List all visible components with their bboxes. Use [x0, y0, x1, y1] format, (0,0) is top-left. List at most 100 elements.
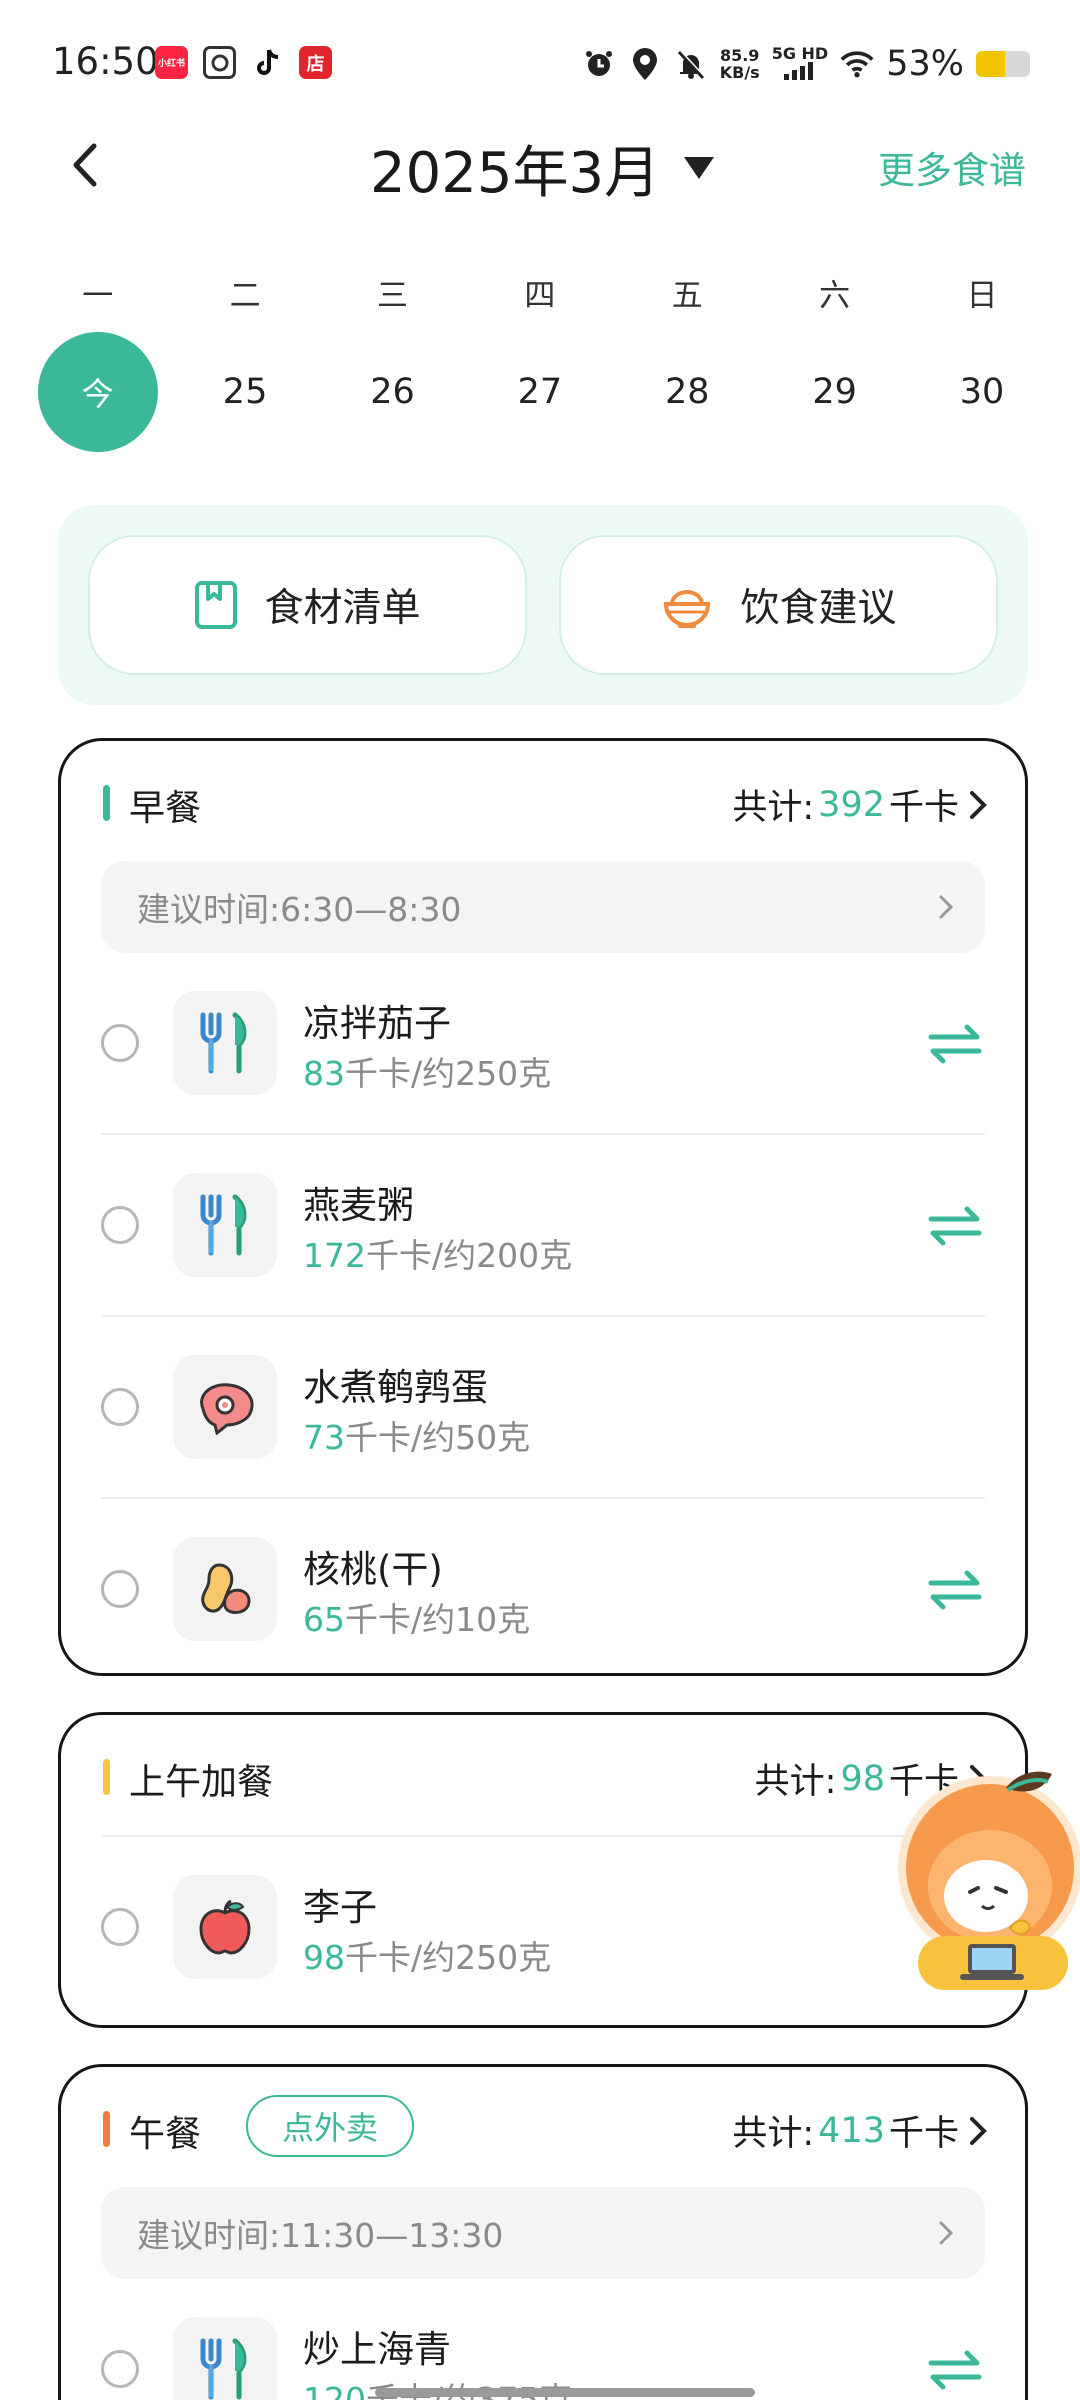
- weekday-label: 六: [819, 277, 851, 314]
- page-title: 2025年3月: [370, 140, 661, 206]
- order-takeout-button[interactable]: 点外卖: [246, 2095, 415, 2157]
- item-info: 65千卡/约10克: [303, 1600, 531, 1639]
- date-cell[interactable]: 25: [185, 332, 305, 452]
- breakfast-card: 早餐 共计: 392 千卡 建议时间:6:30—8:30 凉拌茄子 83千卡/约…: [58, 738, 1028, 1676]
- meal-color-bar: [103, 785, 110, 821]
- swap-icon[interactable]: [925, 1569, 985, 1611]
- day-column[interactable]: 一今: [24, 262, 171, 452]
- weekday-label: 一: [82, 277, 114, 314]
- total-prefix: 共计:: [732, 788, 815, 828]
- item-name: 凉拌茄子: [303, 1002, 451, 1045]
- shop-icon: 店: [299, 46, 332, 79]
- meal-title: 午餐: [129, 2114, 202, 2155]
- item-name: 炒上海青: [303, 2328, 451, 2371]
- item-checkbox[interactable]: [101, 1908, 139, 1946]
- battery-fill: [976, 51, 1005, 77]
- food-item[interactable]: 水煮鹌鹑蛋 73千卡/约50克: [101, 1317, 985, 1499]
- food-item[interactable]: 李子 98千卡/约250克: [101, 1837, 985, 2019]
- alarm-icon: [582, 47, 616, 81]
- net-speed: 85.9 KB/s: [719, 46, 760, 82]
- chevron-right-icon: [969, 2116, 987, 2146]
- meal-color-bar: [103, 2111, 110, 2147]
- lunch-header[interactable]: 午餐 点外卖 共计: 413 千卡: [61, 2067, 1025, 2187]
- item-checkbox[interactable]: [101, 1206, 139, 1244]
- month-selector[interactable]: 2025年3月: [370, 128, 716, 208]
- swap-icon[interactable]: [925, 2349, 985, 2391]
- suggested-time: 建议时间:6:30—8:30: [137, 890, 462, 929]
- day-column[interactable]: 四 27: [466, 262, 613, 452]
- total-unit: 千卡: [888, 788, 959, 828]
- item-info: 83千卡/约250克: [303, 1054, 552, 1093]
- fork-knife-icon: [173, 1173, 277, 1277]
- date-cell[interactable]: 28: [627, 332, 747, 452]
- total-kcal: 413: [818, 2110, 885, 2151]
- quick-actions: 食材清单 饮食建议: [58, 505, 1028, 705]
- chevron-left-icon: [73, 143, 97, 187]
- wifi-icon: [840, 47, 874, 81]
- item-name: 燕麦粥: [303, 1184, 414, 1227]
- more-recipes-link[interactable]: 更多食谱: [878, 140, 1026, 194]
- item-checkbox[interactable]: [101, 1024, 139, 1062]
- notebook-icon: [195, 581, 238, 629]
- day-column[interactable]: 日 30: [908, 262, 1055, 452]
- food-item[interactable]: 凉拌茄子 83千卡/约250克: [101, 953, 985, 1135]
- suggested-time-bar[interactable]: 建议时间:6:30—8:30: [101, 861, 985, 953]
- food-item[interactable]: 燕麦粥 172千卡/约200克: [101, 1135, 985, 1317]
- suggested-time: 建议时间:11:30—13:30: [137, 2216, 504, 2255]
- item-name: 李子: [303, 1886, 377, 1929]
- suggested-time-bar[interactable]: 建议时间:11:30—13:30: [101, 2187, 985, 2279]
- caret-down-icon: [684, 157, 715, 179]
- snack-header[interactable]: 上午加餐 共计: 98 千卡: [61, 1715, 1025, 1835]
- meal-title: 上午加餐: [129, 1762, 274, 1803]
- swap-icon[interactable]: [925, 1205, 985, 1247]
- item-checkbox[interactable]: [101, 1570, 139, 1608]
- status-indicators: 85.9 KB/s 5G HD 53%: [582, 42, 1030, 86]
- floating-mascot-button[interactable]: [898, 1768, 1080, 1998]
- item-checkbox[interactable]: [101, 1388, 139, 1426]
- day-column[interactable]: 三 26: [319, 262, 466, 452]
- meat-icon: [173, 1355, 277, 1459]
- meal-total[interactable]: 共计: 413 千卡: [732, 2105, 987, 2156]
- item-checkbox[interactable]: [101, 2350, 139, 2388]
- item-info: 172千卡/约200克: [303, 1236, 573, 1275]
- day-column[interactable]: 五 28: [614, 262, 761, 452]
- status-bar: 16:50 小红书 店 85.9 KB/s 5G HD 53%: [0, 0, 1080, 130]
- location-icon: [628, 47, 662, 81]
- diet-advice-button[interactable]: 饮食建议: [559, 535, 998, 675]
- food-item[interactable]: 核桃(干) 65千卡/约10克: [101, 1499, 985, 1681]
- battery-percent: 53%: [886, 44, 964, 84]
- food-item[interactable]: 炒上海青 120千卡/约375克: [101, 2279, 985, 2400]
- fruit-icon: [173, 1875, 277, 1979]
- date-cell[interactable]: 27: [480, 332, 600, 452]
- notification-icons: 小红书 店: [155, 46, 332, 79]
- date-cell[interactable]: 30: [922, 332, 1042, 452]
- day-column[interactable]: 二 25: [171, 262, 318, 452]
- battery-icon: [976, 51, 1030, 77]
- item-name: 核桃(干): [303, 1548, 443, 1591]
- ingredients-list-button[interactable]: 食材清单: [88, 535, 527, 675]
- weekday-label: 三: [376, 277, 408, 314]
- weekday-label: 五: [671, 277, 703, 314]
- home-indicator[interactable]: [375, 2388, 755, 2397]
- date-cell[interactable]: 29: [775, 332, 895, 452]
- chevron-right-icon: [939, 895, 953, 919]
- diet-advice-label: 饮食建议: [740, 586, 897, 631]
- item-info: 73千卡/约50克: [303, 1418, 531, 1457]
- total-unit: 千卡: [888, 2114, 959, 2154]
- day-column[interactable]: 六 29: [761, 262, 908, 452]
- back-button[interactable]: [60, 135, 110, 195]
- fork-knife-icon: [173, 2317, 277, 2400]
- item-name: 水煮鹌鹑蛋: [303, 1366, 488, 1409]
- fork-knife-icon: [173, 991, 277, 1095]
- total-kcal: 392: [818, 784, 885, 825]
- total-kcal: 98: [840, 1758, 885, 1799]
- tiktok-icon: [251, 46, 284, 79]
- item-info: 98千卡/约250克: [303, 1938, 552, 1977]
- meal-total[interactable]: 共计: 392 千卡: [732, 779, 987, 830]
- mascot-icon: [898, 1771, 1080, 1990]
- date-today[interactable]: 今: [37, 332, 158, 452]
- date-cell[interactable]: 26: [332, 332, 452, 452]
- lunch-card: 午餐 点外卖 共计: 413 千卡 建议时间:11:30—13:30 炒上海青 …: [58, 2064, 1028, 2400]
- swap-icon[interactable]: [925, 1023, 985, 1065]
- breakfast-header[interactable]: 早餐 共计: 392 千卡: [61, 741, 1025, 861]
